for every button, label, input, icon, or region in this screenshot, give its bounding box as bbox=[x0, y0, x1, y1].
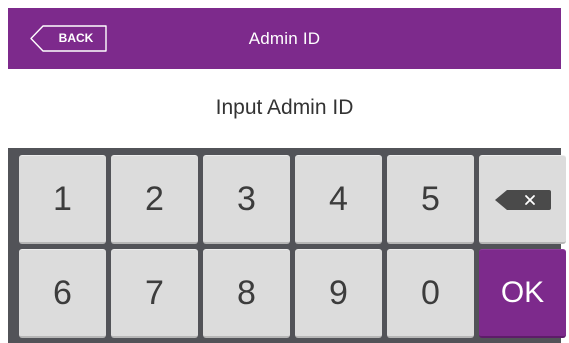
key-2[interactable]: 2 bbox=[111, 155, 198, 244]
backspace-key[interactable] bbox=[479, 155, 566, 244]
admin-id-screen: Admin ID BACK Input Admin ID 1 2 3 4 5 6… bbox=[0, 0, 569, 343]
key-3[interactable]: 3 bbox=[203, 155, 290, 244]
numeric-keypad: 1 2 3 4 5 6 7 8 9 0 OK bbox=[8, 148, 566, 343]
back-button-label: BACK bbox=[58, 31, 94, 45]
key-6[interactable]: 6 bbox=[19, 249, 106, 338]
key-9[interactable]: 9 bbox=[295, 249, 382, 338]
input-prompt: Input Admin ID bbox=[215, 96, 354, 119]
key-1[interactable]: 1 bbox=[19, 155, 106, 244]
header-bar: Admin ID BACK bbox=[8, 8, 561, 69]
key-0[interactable]: 0 bbox=[387, 249, 474, 338]
key-8[interactable]: 8 bbox=[203, 249, 290, 338]
back-button[interactable]: BACK bbox=[30, 25, 108, 52]
backspace-icon bbox=[495, 190, 551, 210]
key-4[interactable]: 4 bbox=[295, 155, 382, 244]
ok-button[interactable]: OK bbox=[479, 249, 566, 338]
key-5[interactable]: 5 bbox=[387, 155, 474, 244]
key-7[interactable]: 7 bbox=[111, 249, 198, 338]
